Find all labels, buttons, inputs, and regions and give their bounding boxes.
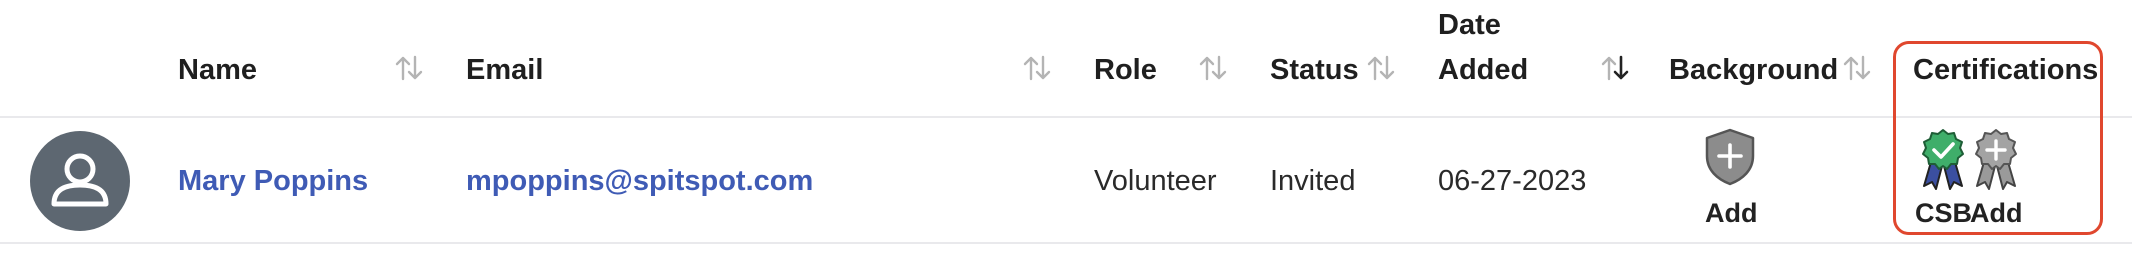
sort-icon[interactable] (1366, 54, 1396, 82)
sort-icon[interactable] (1842, 54, 1872, 82)
users-table: Name Email Role Status Date Added Backgr… (0, 0, 2132, 254)
sort-icon[interactable] (394, 54, 424, 82)
sort-desc-active-icon[interactable] (1600, 54, 1630, 82)
certification-add-label: Add (1970, 198, 2023, 228)
sort-icon[interactable] (1198, 54, 1228, 82)
award-ribbon-add-icon (1975, 129, 2017, 190)
column-header-role-label: Role (1094, 54, 1157, 86)
column-header-date-added-line2: Added (1438, 54, 1529, 86)
user-name-link[interactable]: Mary Poppins (178, 167, 368, 196)
certification-add-button[interactable]: Add (1968, 128, 2024, 228)
table-header: Name Email Role Status Date Added Backgr… (0, 0, 2132, 118)
table-row: Mary Poppins mpoppins@spitspot.com Volun… (0, 118, 2132, 244)
shield-add-icon (1705, 128, 1755, 186)
user-email-link[interactable]: mpoppins@spitspot.com (466, 167, 813, 196)
certification-csb[interactable]: CSB (1915, 128, 1973, 228)
sort-icon[interactable] (1022, 54, 1052, 82)
role-value: Volunteer (1094, 165, 1217, 197)
column-header-name-label: Name (178, 54, 257, 86)
certification-label: CSB (1915, 198, 1973, 228)
avatar (30, 131, 130, 231)
background-add-label: Add (1705, 198, 1758, 228)
column-header-status-label: Status (1270, 54, 1359, 86)
column-header-date-added-line1: Date (1438, 9, 1501, 41)
column-header-email-label: Email (466, 54, 544, 86)
background-add-button[interactable]: Add (1700, 128, 1760, 228)
column-header-background-label: Background (1669, 54, 1839, 86)
user-icon (51, 153, 109, 207)
column-header-certifications-label: Certifications (1913, 54, 2099, 86)
date-added-value: 06-27-2023 (1438, 165, 1587, 197)
status-value: Invited (1270, 165, 1356, 197)
award-ribbon-check-icon (1922, 129, 1964, 190)
